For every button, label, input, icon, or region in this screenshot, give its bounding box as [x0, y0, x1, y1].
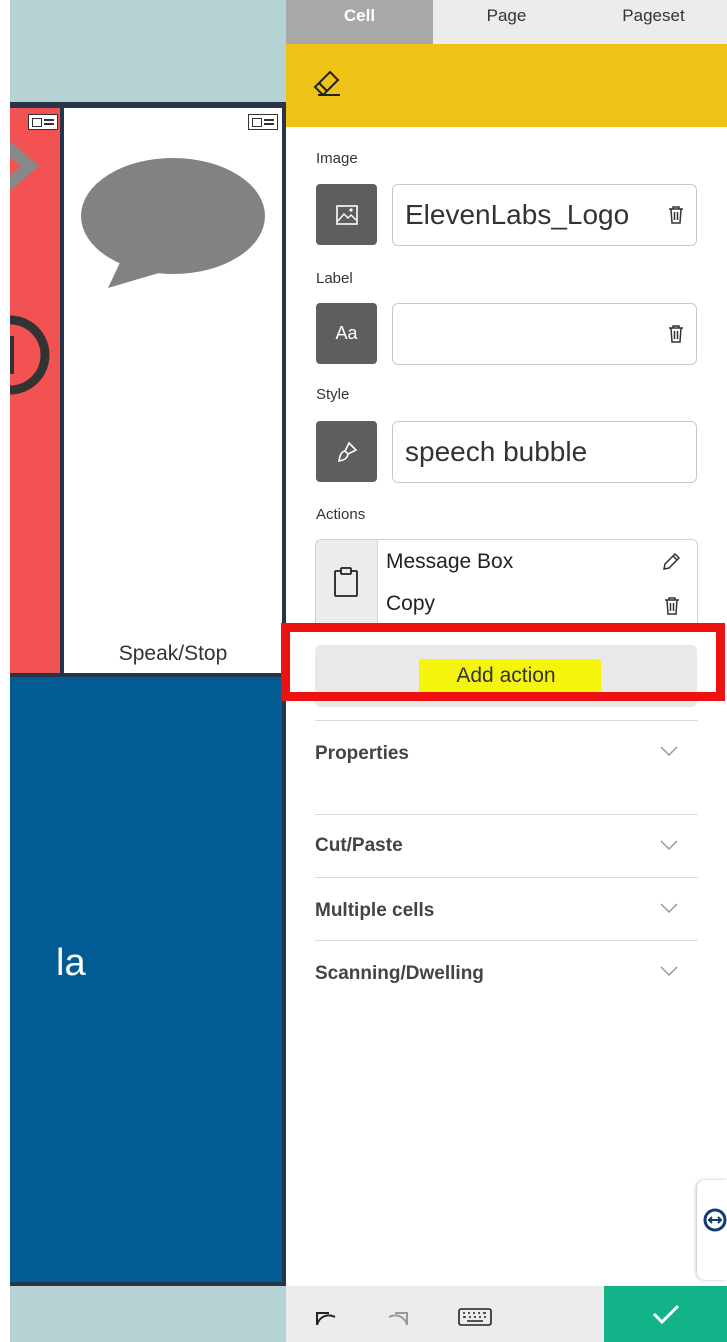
grid-cell-la[interactable]: [10, 677, 282, 1282]
image-field[interactable]: ElevenLabs_Logo: [392, 184, 697, 246]
pencil-icon[interactable]: [661, 552, 681, 572]
label-format-button[interactable]: Aa: [316, 303, 377, 364]
undo-icon[interactable]: [313, 1305, 339, 1327]
confirm-button[interactable]: [604, 1286, 727, 1342]
chevron-down-icon: [660, 966, 678, 977]
tab-pageset[interactable]: Pageset: [580, 0, 727, 44]
remote-control-icon: [703, 1208, 727, 1232]
tab-cell[interactable]: Cell: [286, 0, 433, 44]
grid-cell-red[interactable]: [10, 108, 60, 673]
image-icon: [335, 204, 358, 225]
section-multiple-cells-label: Multiple cells: [315, 900, 435, 921]
tab-page[interactable]: Page: [433, 0, 580, 44]
brush-icon: [337, 441, 357, 462]
style-field-label: Style: [316, 386, 350, 403]
section-properties[interactable]: Properties: [315, 720, 698, 784]
blue-cell-label: la: [56, 942, 86, 984]
actions-field-label: Actions: [316, 506, 366, 523]
speech-bubble-icon: [81, 158, 265, 288]
trash-icon[interactable]: [664, 597, 680, 615]
chevron-down-icon: [660, 840, 678, 851]
panel-tabs: Cell Page Pageset: [286, 0, 727, 44]
text-aa-icon: Aa: [335, 323, 358, 343]
trash-icon[interactable]: [668, 206, 684, 224]
section-scanning-dwelling[interactable]: Scanning/Dwelling: [315, 940, 698, 1004]
panel-header: [286, 44, 727, 127]
actions-list: Message Box Copy: [315, 539, 698, 623]
image-field-value: ElevenLabs_Logo: [405, 199, 630, 230]
style-picker-button[interactable]: [316, 421, 377, 482]
cell-type-badge-icon: [248, 114, 278, 130]
cell-type-badge-icon: [28, 114, 58, 130]
image-picker-button[interactable]: [316, 184, 377, 245]
eraser-icon[interactable]: [312, 68, 342, 98]
action-item-message-box[interactable]: Message Box: [386, 550, 513, 574]
actions-icon-column: [316, 540, 378, 623]
annotation-red-frame: [281, 623, 725, 701]
chevron-down-icon: [660, 903, 678, 914]
label-field[interactable]: [392, 303, 697, 365]
section-cut-paste[interactable]: Cut/Paste: [315, 814, 698, 878]
redo-icon[interactable]: [385, 1307, 411, 1327]
chevron-right-icon: [10, 141, 40, 191]
trash-icon[interactable]: [668, 325, 684, 343]
keyboard-icon[interactable]: [458, 1308, 492, 1326]
style-field-value: speech bubble: [405, 436, 588, 467]
clipboard-icon: [334, 567, 358, 597]
style-field[interactable]: speech bubble: [392, 421, 697, 483]
section-scanning-dwelling-label: Scanning/Dwelling: [315, 963, 484, 984]
chevron-down-icon: [660, 746, 678, 757]
checkmark-icon: [652, 1304, 679, 1325]
section-properties-label: Properties: [315, 743, 409, 764]
section-cut-paste-label: Cut/Paste: [315, 835, 403, 856]
stop-circle-icon: [10, 315, 50, 395]
image-field-label: Image: [316, 150, 358, 167]
side-widget[interactable]: [697, 1180, 727, 1280]
speech-cell-label: Speak/Stop: [118, 642, 228, 665]
action-item-copy[interactable]: Copy: [386, 592, 435, 616]
label-field-label: Label: [316, 270, 353, 287]
window-edge: [0, 0, 10, 1342]
section-multiple-cells[interactable]: Multiple cells: [315, 877, 698, 941]
grid-cell-speak-stop[interactable]: [64, 108, 282, 673]
